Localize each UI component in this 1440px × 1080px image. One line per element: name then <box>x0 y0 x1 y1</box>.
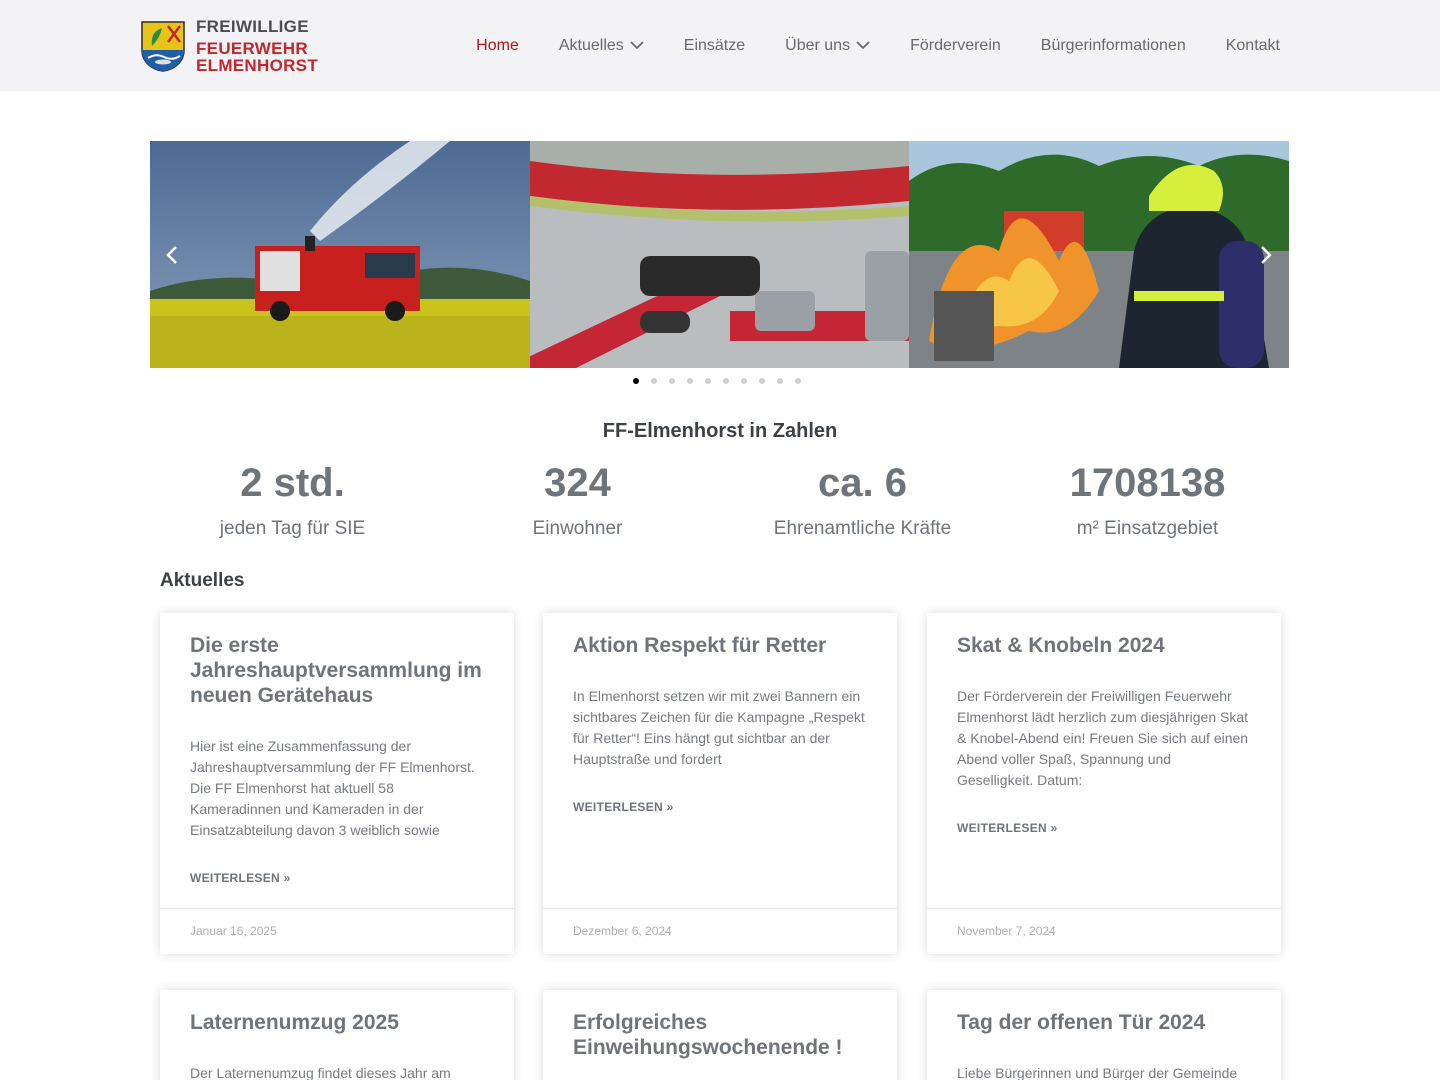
slider-dot[interactable] <box>687 378 693 384</box>
stat-item: ca. 6 Ehrenamtliche Kräfte <box>720 460 1005 540</box>
hose-nozzle-image <box>530 141 909 368</box>
slider-dot[interactable] <box>795 378 801 384</box>
nav-label: Einsätze <box>683 36 746 54</box>
post-title[interactable]: Skat & Knobeln 2024 <box>957 633 1251 658</box>
post-title[interactable]: Laternenumzug 2025 <box>190 1010 484 1035</box>
slider-next-button[interactable] <box>1254 240 1278 270</box>
read-more-link[interactable]: WEITERLESEN » <box>957 821 1058 835</box>
post-title[interactable]: Die erste Jahreshauptversammlung im neue… <box>190 633 484 708</box>
stat-value: 1708138 <box>1069 461 1226 505</box>
main-nav: Home Aktuelles Einsätze Über uns Förderv… <box>436 0 1280 91</box>
chevron-down-icon <box>856 41 870 50</box>
crest-logo-icon <box>141 21 185 72</box>
stat-value: ca. 6 <box>818 461 907 505</box>
post-title[interactable]: Erfolgreiches Einweihungswochenende ! <box>573 1010 867 1060</box>
post-card: Aktion Respekt für Retter In Elmenhorst … <box>543 613 897 954</box>
slider-prev-button[interactable] <box>160 240 184 270</box>
site-logo[interactable]: FREIWILLIGE FEUERWEHR ELMENHORST <box>140 17 430 75</box>
post-title[interactable]: Tag der offenen Tür 2024 <box>957 1010 1251 1035</box>
news-section-title: Aktuelles <box>160 570 245 591</box>
slider-dot[interactable] <box>777 378 783 384</box>
post-title[interactable]: Aktion Respekt für Retter <box>573 633 867 658</box>
site-header: FREIWILLIGE FEUERWEHR ELMENHORST Home Ak… <box>0 0 1440 91</box>
slider-dot[interactable] <box>669 378 675 384</box>
slider-dot[interactable] <box>759 378 765 384</box>
chevron-down-icon <box>630 41 644 50</box>
firefighter-training-image <box>909 141 1289 368</box>
read-more-link[interactable]: WEITERLESEN » <box>190 871 291 885</box>
nav-label: Über uns <box>785 36 851 54</box>
post-date: Januar 16, 2025 <box>160 908 514 954</box>
post-card: Skat & Knobeln 2024 Der Förderverein der… <box>927 613 1281 954</box>
post-card: Erfolgreiches Einweihungswochenende ! <box>543 990 897 1080</box>
post-card: Tag der offenen Tür 2024 Liebe Bürgerinn… <box>927 990 1281 1080</box>
logo-title-line2: FEUERWEHR ELMENHORST <box>196 39 318 75</box>
stat-item: 2 std. jeden Tag für SIE <box>150 460 435 540</box>
image-slider[interactable] <box>150 141 1289 368</box>
post-date: Dezember 6, 2024 <box>543 908 897 954</box>
nav-item-ueber-uns[interactable]: Über uns <box>785 37 870 55</box>
nav-label: Home <box>476 36 519 54</box>
stat-item: 324 Einwohner <box>435 460 720 540</box>
post-excerpt: Der Förderverein der Freiwilligen Feuerw… <box>957 688 1249 788</box>
nav-item-buergerinformationen[interactable]: Bürgerinformationen <box>1041 37 1186 55</box>
slider-pagination <box>633 378 813 384</box>
logo-title-line1: FREIWILLIGE <box>196 17 309 36</box>
slide-firefighter <box>909 141 1289 368</box>
stat-label: Ehrenamtliche Kräfte <box>773 518 952 539</box>
fire-truck-image <box>150 141 530 368</box>
chevron-right-icon <box>1261 246 1272 264</box>
nav-item-aktuelles[interactable]: Aktuelles <box>559 37 644 55</box>
stat-item: 1708138 m² Einsatzgebiet <box>1005 460 1290 540</box>
nav-label: Förderverein <box>910 36 1001 54</box>
nav-item-einsaetze[interactable]: Einsätze <box>684 37 745 55</box>
nav-item-kontakt[interactable]: Kontakt <box>1226 37 1280 55</box>
slider-dot[interactable] <box>723 378 729 384</box>
read-more-link[interactable]: WEITERLESEN » <box>573 800 674 814</box>
stat-label: Einwohner <box>532 518 623 539</box>
slider-dot[interactable] <box>633 378 639 384</box>
chevron-left-icon <box>166 246 177 264</box>
nav-label: Kontakt <box>1225 36 1280 54</box>
post-date: November 7, 2024 <box>927 908 1281 954</box>
post-excerpt: Hier ist eine Zusammenfassung der Jahres… <box>190 738 475 838</box>
stat-value: 324 <box>544 461 611 505</box>
post-excerpt: In Elmenhorst setzen wir mit zwei Banner… <box>573 688 865 767</box>
post-card: Laternenumzug 2025 Der Laternenumzug fin… <box>160 990 514 1080</box>
slider-dot[interactable] <box>651 378 657 384</box>
nav-label: Aktuelles <box>558 36 624 54</box>
nav-item-home[interactable]: Home <box>476 37 519 55</box>
post-card: Die erste Jahreshauptversammlung im neue… <box>160 613 514 954</box>
slide-fire-truck <box>150 141 530 368</box>
post-excerpt: Liebe Bürgerinnen und Bürger der Gemeind… <box>957 1065 1238 1080</box>
slider-dot[interactable] <box>741 378 747 384</box>
stat-label: m² Einsatzgebiet <box>1076 518 1219 539</box>
stat-label: jeden Tag für SIE <box>219 518 366 539</box>
nav-label: Bürgerinformationen <box>1040 36 1186 54</box>
slider-dot[interactable] <box>705 378 711 384</box>
nav-item-foerderverein[interactable]: Förderverein <box>910 37 1001 55</box>
post-excerpt: Der Laternenumzug findet dieses Jahr am <box>190 1065 451 1080</box>
stats-heading: FF-Elmenhorst in Zahlen <box>602 420 838 442</box>
stat-value: 2 std. <box>240 461 345 505</box>
slide-hose-nozzle <box>530 141 909 368</box>
